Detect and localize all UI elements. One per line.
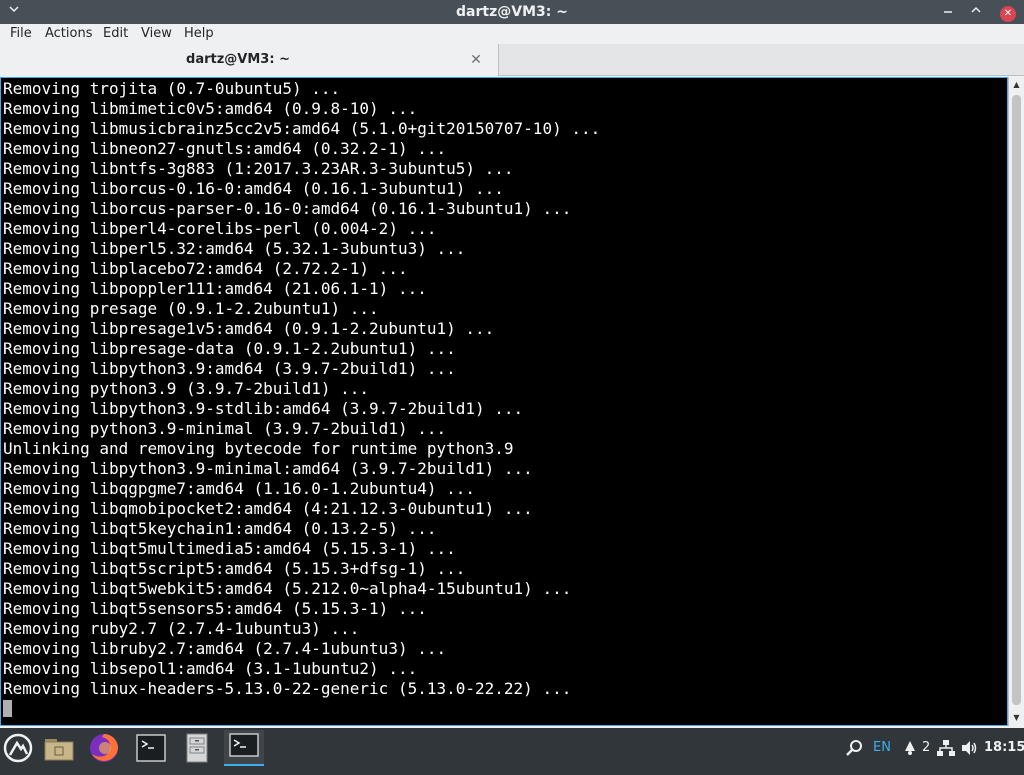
terminal-line: Removing libqt5multimedia5:amd64 (5.15.3… [3, 539, 456, 558]
terminal-line: Removing libplacebo72:amd64 (2.72.2-1) .… [3, 259, 408, 278]
terminal-line: Removing libpoppler111:amd64 (21.06.1-1)… [3, 279, 427, 298]
terminal-line: Removing libperl5.32:amd64 (5.32.1-3ubun… [3, 239, 466, 258]
terminal-line: Removing linux-headers-5.13.0-22-generic… [3, 679, 572, 698]
terminal-line: Removing libqt5keychain1:amd64 (0.13.2-5… [3, 519, 437, 538]
terminal-line: Removing libsepol1:amd64 (3.1-1ubuntu2) … [3, 659, 418, 678]
text-cursor [3, 700, 12, 717]
terminal-line: Removing libqt5sensors5:amd64 (5.15.3-1)… [3, 599, 427, 618]
app-launcher-icon[interactable] [2, 732, 34, 764]
scroll-down-icon[interactable]: ▼ [1009, 710, 1024, 726]
tab-label: dartz@VM3: ~ [186, 52, 290, 67]
terminal-line: Removing libperl4-corelibs-perl (0.004-2… [3, 219, 437, 238]
scrollbar[interactable]: ▲ ▼ [1008, 77, 1024, 726]
terminal-line: Removing libqt5script5:amd64 (5.15.3+dfs… [3, 559, 466, 578]
terminal-line: Removing python3.9-minimal (3.9.7-2build… [3, 419, 447, 438]
terminal-lines: Removing trojita (0.7-0ubuntu5) ... Remov… [3, 79, 1005, 719]
folder-icon[interactable] [43, 732, 75, 764]
maximize-icon[interactable] [966, 2, 986, 22]
terminal-window-icon[interactable] [224, 730, 264, 766]
taskbar: EN 2 18:15 [0, 728, 1024, 768]
terminal-line: Removing ruby2.7 (2.7.4-1ubuntu3) ... [3, 619, 360, 638]
terminal-line: Removing trojita (0.7-0ubuntu5) ... [3, 79, 341, 98]
network-icon[interactable] [937, 728, 955, 774]
title-bar[interactable]: dartz@VM3: ~ ✕ [0, 0, 1024, 24]
terminal-line: Removing presage (0.9.1-2.2ubuntu1) ... [3, 299, 379, 318]
terminal-line: Removing libpresage-data (0.9.1-2.2ubunt… [3, 339, 456, 358]
menu-help[interactable]: Help [184, 24, 214, 44]
menu-edit[interactable]: Edit [103, 24, 128, 44]
clock[interactable]: 18:15 [984, 728, 1024, 768]
keyboard-layout[interactable]: EN [873, 728, 891, 768]
file-cabinet-icon[interactable] [181, 732, 213, 764]
notification-count: 2 [922, 740, 931, 755]
volume-icon[interactable] [960, 728, 978, 774]
menu-bar: File Actions Edit View Help [0, 24, 1024, 44]
terminal-line: Removing python3.9 (3.9.7-2build1) ... [3, 379, 370, 398]
window-title: dartz@VM3: ~ [456, 4, 568, 20]
terminal-line: Removing liborcus-0.16-0:amd64 (0.16.1-3… [3, 179, 504, 198]
terminal-line: Removing libpython3.9-minimal:amd64 (3.9… [3, 459, 533, 478]
menu-file[interactable]: File [10, 24, 32, 44]
terminal-line: Removing libruby2.7:amd64 (2.7.4-1ubuntu… [3, 639, 447, 658]
terminal-line: Removing libmimetic0v5:amd64 (0.9.8-10) … [3, 99, 418, 118]
terminal-line: Removing libneon27-gnutls:amd64 (0.32.2-… [3, 139, 447, 158]
close-icon[interactable]: ✕ [468, 52, 484, 68]
terminal-icon[interactable] [135, 732, 167, 764]
firefox-icon[interactable] [88, 732, 120, 764]
terminal-line: Removing libqmobipocket2:amd64 (4:21.12.… [3, 499, 533, 518]
scroll-up-icon[interactable]: ▲ [1009, 77, 1024, 93]
minimize-icon[interactable] [938, 2, 958, 22]
scrollbar-thumb[interactable] [1012, 95, 1021, 705]
terminal-line: Removing libpython3.9-stdlib:amd64 (3.9.… [3, 399, 524, 418]
terminal-line: Unlinking and removing bytecode for runt… [3, 439, 514, 458]
terminal-output[interactable]: Removing trojita (0.7-0ubuntu5) ... Remov… [0, 77, 1008, 726]
tab-terminal[interactable]: dartz@VM3: ~ ✕ [0, 44, 499, 76]
tab-bar: dartz@VM3: ~ ✕ [0, 44, 1024, 76]
terminal-prompt-line [3, 699, 1005, 719]
terminal-line: Removing libqgpgme7:amd64 (1.16.0-1.2ubu… [3, 479, 476, 498]
terminal-line: Removing liborcus-parser-0.16-0:amd64 (0… [3, 199, 572, 218]
menu-actions[interactable]: Actions [45, 24, 93, 44]
notification-icon[interactable] [902, 728, 918, 773]
terminal-line: Removing libpresage1v5:amd64 (0.9.1-2.2u… [3, 319, 495, 338]
menu-view[interactable]: View [141, 24, 172, 44]
close-icon[interactable]: ✕ [998, 2, 1018, 22]
terminal-line: Removing libpython3.9:amd64 (3.9.7-2buil… [3, 359, 456, 378]
terminal-line: Removing libntfs-3g883 (1:2017.3.23AR.3-… [3, 159, 514, 178]
terminal-line: Removing libmusicbrainz5cc2v5:amd64 (5.1… [3, 119, 601, 138]
terminal-line: Removing libqt5webkit5:amd64 (5.212.0~al… [3, 579, 572, 598]
terminal-window: dartz@VM3: ~ ✕ File Actions Edit View He… [0, 0, 1024, 728]
